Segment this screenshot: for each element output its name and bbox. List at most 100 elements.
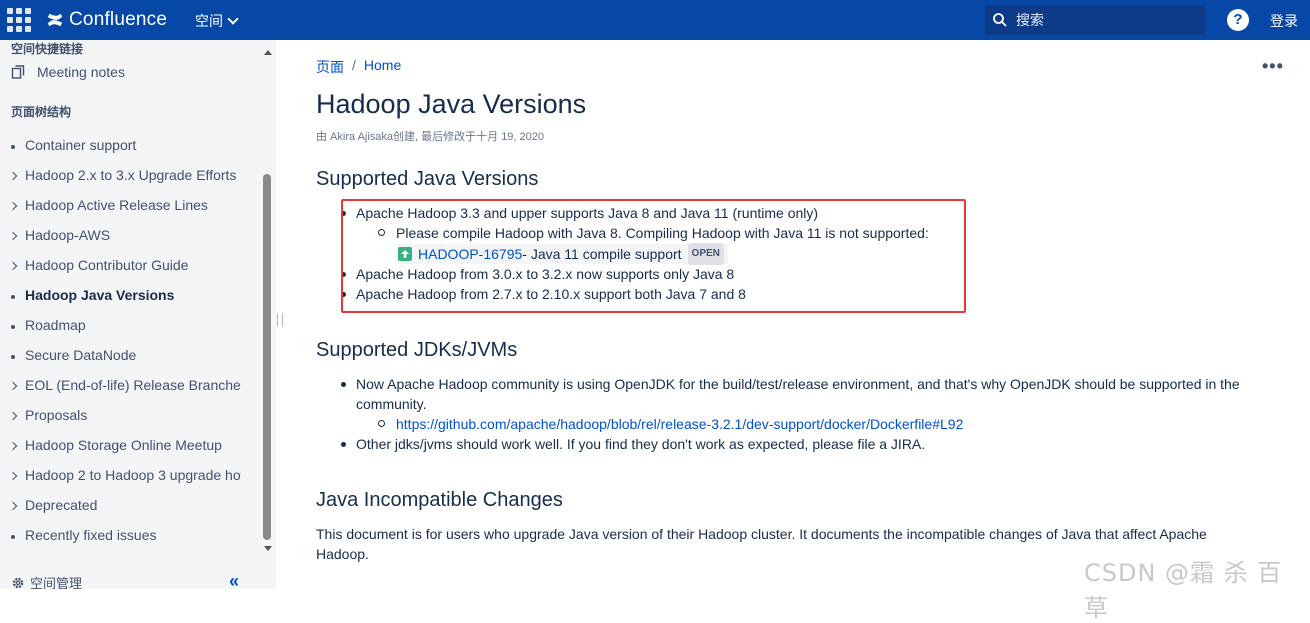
search-input[interactable]: 搜索: [985, 5, 1206, 35]
more-actions-icon[interactable]: •••: [1262, 56, 1284, 77]
tree-item-label: Hadoop Contributor Guide: [25, 257, 189, 273]
space-shortcuts-heading: 空间快捷链接: [11, 42, 84, 56]
jira-improvement-icon: [398, 247, 412, 261]
chevron-right-icon[interactable]: [11, 498, 25, 512]
section-heading-supported-jdks: Supported JDKs/JVMs: [316, 339, 518, 361]
list-item-text: Now Apache Hadoop community is using Ope…: [356, 376, 1240, 412]
chevron-down-icon: [227, 13, 239, 25]
tree-item-label: Recently fixed issues: [25, 527, 157, 543]
shortcut-label: Meeting notes: [37, 64, 125, 80]
chevron-right-icon[interactable]: [11, 468, 25, 482]
page-tree-heading: 页面树结构: [11, 105, 72, 119]
tree-item-secure-datanode[interactable]: Secure DataNode: [11, 340, 241, 370]
list-item-text: Apache Hadoop from 2.7.x to 2.10.x suppo…: [356, 286, 746, 302]
chevron-right-icon[interactable]: [11, 228, 25, 242]
tree-item-contributor-guide[interactable]: Hadoop Contributor Guide: [11, 250, 241, 280]
tree-item-label: EOL (End-of-life) Release Branches: [25, 377, 241, 393]
sub-list: Please compile Hadoop with Java 8. Compi…: [356, 223, 956, 265]
breadcrumb-pages-link[interactable]: 页面: [316, 57, 344, 77]
list-item: Apache Hadoop 3.3 and upper supports Jav…: [336, 203, 956, 265]
jira-issue-link[interactable]: HADOOP-16795: [418, 244, 522, 264]
tree-item-recently-fixed[interactable]: Recently fixed issues: [11, 520, 241, 550]
tree-item-label: Roadmap: [25, 317, 86, 333]
list-item: Apache Hadoop from 3.0.x to 3.2.x now su…: [336, 264, 956, 284]
scroll-up-arrow-icon[interactable]: [264, 50, 272, 55]
help-icon[interactable]: ?: [1227, 9, 1249, 31]
jira-issue-summary: - Java 11 compile support: [522, 246, 682, 262]
tree-item-upgrade-howto[interactable]: Hadoop 2 to Hadoop 3 upgrade how-to: [11, 460, 241, 490]
product-name: Confluence: [69, 9, 168, 30]
tree-item-container-support[interactable]: Container support: [11, 130, 241, 160]
breadcrumb-home-link[interactable]: Home: [364, 57, 401, 77]
bullet-icon: [11, 528, 25, 542]
tree-item-label: Deprecated: [25, 497, 98, 513]
list-item-text: Please compile Hadoop with Java 8. Compi…: [396, 225, 929, 241]
shortcut-meeting-notes[interactable]: Meeting notes: [11, 64, 125, 80]
bullet-icon: [11, 138, 25, 152]
tree-item-active-release-lines[interactable]: Hadoop Active Release Lines: [11, 190, 241, 220]
tree-item-label: Hadoop Storage Online Meetup: [25, 437, 222, 453]
sub-list-item: Please compile Hadoop with Java 8. Compi…: [356, 223, 956, 265]
breadcrumb-separator: /: [352, 57, 356, 73]
dockerfile-link[interactable]: https://github.com/apache/hadoop/blob/re…: [396, 416, 963, 432]
search-placeholder: 搜索: [1016, 12, 1044, 28]
list-item: Other jdks/jvms should work well. If you…: [336, 434, 1256, 454]
tree-item-storage-meetup[interactable]: Hadoop Storage Online Meetup: [11, 430, 241, 460]
chevron-right-icon[interactable]: [11, 438, 25, 452]
scroll-down-arrow-icon[interactable]: [264, 546, 272, 551]
tree-item-label: Hadoop-AWS: [25, 227, 111, 243]
tree-item-deprecated[interactable]: Deprecated: [11, 490, 241, 520]
spaces-menu-button[interactable]: 空间: [195, 11, 239, 31]
tree-item-proposals[interactable]: Proposals: [11, 400, 241, 430]
csdn-watermark: CSDN @霜 杀 百 草: [1084, 559, 1283, 622]
collapse-sidebar-icon[interactable]: «: [229, 572, 239, 589]
tree-item-roadmap[interactable]: Roadmap: [11, 310, 241, 340]
supported-jdks-list: Now Apache Hadoop community is using Ope…: [336, 374, 1256, 454]
chevron-right-icon[interactable]: [11, 198, 25, 212]
tree-item-java-versions[interactable]: Hadoop Java Versions: [11, 280, 241, 310]
tree-item-hadoop-aws[interactable]: Hadoop-AWS: [11, 220, 241, 250]
chevron-right-icon[interactable]: [11, 408, 25, 422]
tree-item-upgrade-efforts[interactable]: Hadoop 2.x to 3.x Upgrade Efforts: [11, 160, 241, 190]
space-settings-label: 空间管理: [30, 576, 83, 589]
list-item: Apache Hadoop from 2.7.x to 2.10.x suppo…: [336, 284, 956, 304]
list-item: Now Apache Hadoop community is using Ope…: [336, 374, 1256, 434]
login-link[interactable]: 登录: [1270, 11, 1298, 31]
top-navigation-bar: Confluence 空间 搜索 ? 登录: [0, 0, 1310, 40]
tree-item-label: Hadoop 2 to Hadoop 3 upgrade how-to: [25, 467, 241, 483]
space-settings-link[interactable]: 空间管理: [11, 573, 82, 589]
chevron-right-icon[interactable]: [11, 378, 25, 392]
scrollbar-thumb[interactable]: [263, 174, 271, 540]
app-switcher-icon[interactable]: [7, 8, 31, 32]
page-content: 页面 / Home ••• Hadoop Java Versions 由 Aki…: [316, 40, 1283, 589]
jira-issue-macro[interactable]: HADOOP-16795 - Java 11 compile support O…: [396, 243, 728, 265]
confluence-logo[interactable]: Confluence: [46, 8, 167, 32]
tree-item-label: Hadoop Active Release Lines: [25, 197, 208, 213]
tree-item-eol-branches[interactable]: EOL (End-of-life) Release Branches: [11, 370, 241, 400]
sidebar-resize-handle[interactable]: [277, 313, 283, 327]
page-title: Hadoop Java Versions: [316, 89, 587, 119]
bullet-icon: [11, 348, 25, 362]
tree-item-label: Container support: [25, 137, 137, 153]
tree-item-label: Secure DataNode: [25, 347, 137, 363]
list-item-text: Apache Hadoop from 3.0.x to 3.2.x now su…: [356, 266, 735, 282]
confluence-logo-icon: [47, 13, 63, 27]
tree-item-label: Hadoop 2.x to 3.x Upgrade Efforts: [25, 167, 237, 183]
jira-status-badge: OPEN: [687, 243, 724, 265]
sidebar-scrollbar[interactable]: [261, 44, 273, 558]
sub-list-item: https://github.com/apache/hadoop/blob/re…: [356, 414, 1256, 434]
search-icon: [993, 13, 1007, 27]
sidebar: 空间快捷链接 Meeting notes 页面树结构 Container sup…: [0, 40, 276, 589]
section-heading-supported-java: Supported Java Versions: [316, 168, 539, 190]
breadcrumb: 页面 / Home: [316, 57, 401, 77]
spaces-label: 空间: [195, 13, 223, 29]
list-item-text: Apache Hadoop 3.3 and upper supports Jav…: [356, 205, 819, 221]
bullet-icon: [11, 288, 25, 302]
chevron-right-icon[interactable]: [11, 258, 25, 272]
page-byline: 由 Akira Ajisaka创建, 最后修改于十月 19, 2020: [316, 131, 545, 143]
section-heading-incompatible-changes: Java Incompatible Changes: [316, 489, 563, 511]
pages-icon: [11, 65, 25, 79]
tree-item-label: Hadoop Java Versions: [25, 287, 175, 303]
gear-icon: [12, 577, 24, 588]
chevron-right-icon[interactable]: [11, 168, 25, 182]
